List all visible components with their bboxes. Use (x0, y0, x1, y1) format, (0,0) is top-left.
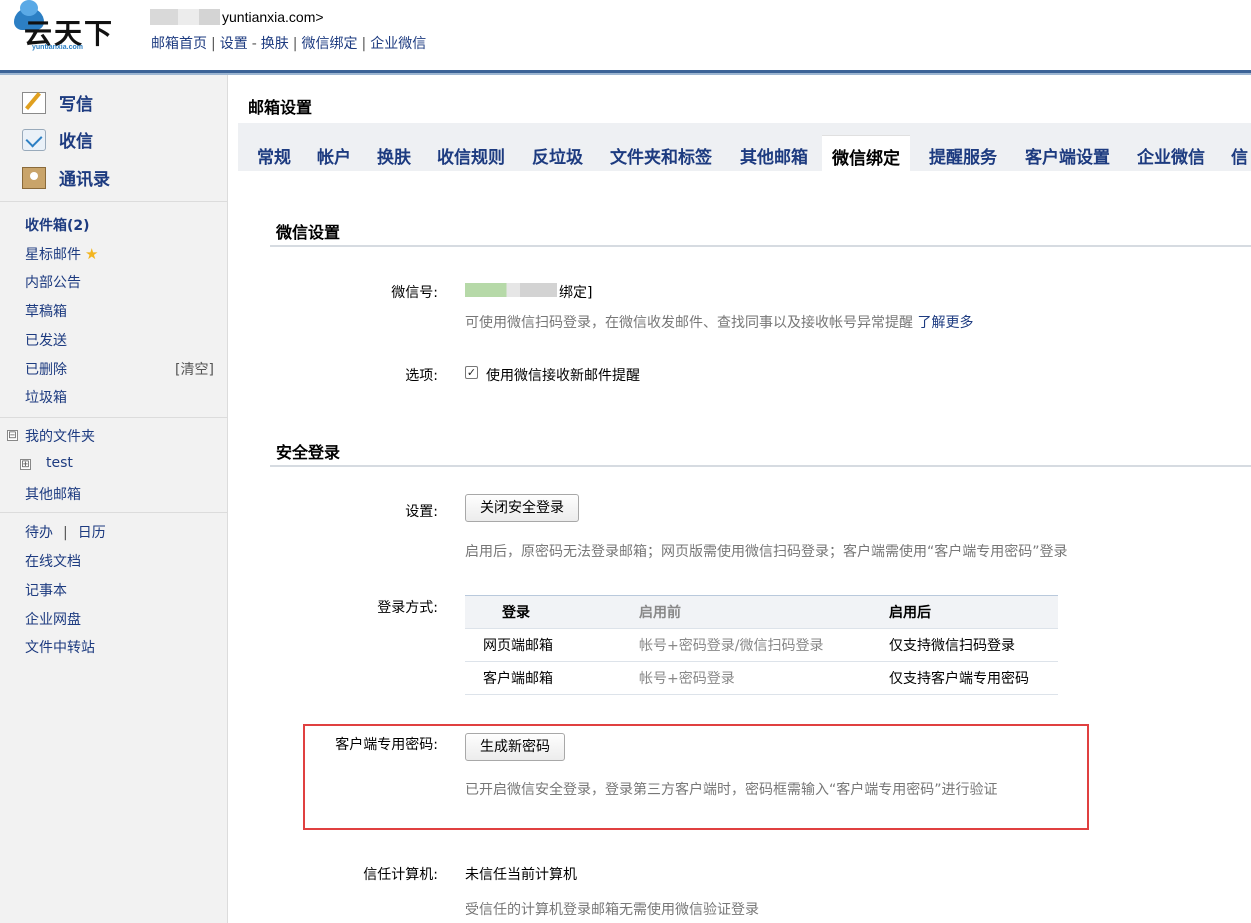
sidebar-item-todo[interactable]: 待办 (25, 525, 53, 541)
sidebar-item-calendar[interactable]: 日历 (78, 525, 106, 541)
client-password-label: 客户端专用密码: (335, 737, 438, 753)
tab-more[interactable]: 信 (1221, 135, 1248, 171)
receive-icon (22, 129, 46, 151)
wechat-notify-checkbox[interactable]: ✓ (465, 366, 478, 379)
tab-folders-labels[interactable]: 文件夹和标签 (600, 135, 722, 171)
top-header: 云天下 yuntianxia.com yuntianxia.com> 邮箱首页 |… (0, 0, 1251, 70)
tab-general[interactable]: 常规 (247, 135, 301, 171)
login-mode-label: 登录方式: (377, 600, 438, 616)
tab-reminder[interactable]: 提醒服务 (919, 135, 1007, 171)
sidebar-item-transfer[interactable]: 文件中转站 (25, 637, 95, 657)
sidebar-item-sent[interactable]: 已发送 (25, 330, 67, 350)
client-password-hint: 已开启微信安全登录，登录第三方客户端时，密码框需输入“客户端专用密码”进行验证 (465, 782, 998, 798)
compose-icon (22, 92, 46, 114)
user-email: yuntianxia.com> (222, 9, 324, 25)
table-header-row: 登录 启用前 启用后 (465, 595, 1058, 629)
sidebar-item-deleted[interactable]: 已删除 (25, 359, 67, 379)
sidebar-todo-calendar: 待办 | 日历 (25, 522, 106, 542)
nav-settings[interactable]: 设置 (220, 36, 248, 52)
trusted-computer-label: 信任计算机: (363, 867, 438, 883)
main-content: 邮箱设置 常规 帐户 换肤 收信规则 反垃圾 文件夹和标签 其他邮箱 微信绑定 … (228, 75, 1251, 923)
redacted-username (150, 9, 220, 25)
wechat-id-hint: 可使用微信扫码登录，在微信收发邮件、查找同事以及接收帐号异常提醒 了解更多 (465, 312, 973, 332)
todo-separator: | (63, 525, 68, 541)
logo-subtext: yuntianxia.com (32, 44, 83, 51)
clear-trash-link[interactable]: [清空] (175, 359, 214, 379)
table-cell: 网页端邮箱 (465, 628, 639, 662)
sidebar-divider (0, 201, 227, 202)
table-row: 客户端邮箱 帐号+密码登录 仅支持客户端专用密码 (465, 661, 1058, 695)
contacts-icon (22, 167, 46, 189)
sidebar-item-starred-label: 星标邮件 (25, 247, 81, 263)
tab-skin[interactable]: 换肤 (367, 135, 421, 171)
table-header: 启用前 (639, 595, 889, 629)
wechat-id-label: 微信号: (391, 285, 438, 301)
trusted-computer-value: 未信任当前计算机 (465, 867, 577, 883)
sidebar-divider (0, 512, 227, 513)
tab-wechat-bind[interactable]: 微信绑定 (822, 135, 910, 171)
sidebar-divider (0, 417, 227, 418)
sidebar-item-docs[interactable]: 在线文档 (25, 551, 81, 571)
sidebar-item-drafts[interactable]: 草稿箱 (25, 301, 67, 321)
nav-wechat-bind[interactable]: 微信绑定 (302, 36, 358, 52)
wechat-id-value[interactable]: 绑定] (559, 282, 592, 302)
tab-other-mailbox[interactable]: 其他邮箱 (730, 135, 818, 171)
sidebar-item-notes[interactable]: 记事本 (25, 580, 67, 600)
expand-icon[interactable]: ⊞ (20, 459, 31, 470)
wechat-id-hint-text: 可使用微信扫码登录，在微信收发邮件、查找同事以及接收帐号异常提醒 (465, 315, 913, 331)
nav-separator: - (251, 36, 257, 52)
nav-separator: | (211, 36, 216, 52)
top-nav: 邮箱首页 | 设置 - 换肤 | 微信绑定 | 企业微信 (151, 33, 426, 53)
trusted-computer-hint: 受信任的计算机登录邮箱无需使用微信验证登录 (465, 902, 759, 918)
page-title: 邮箱设置 (248, 98, 313, 117)
section-divider (270, 245, 1251, 247)
table-row: 网页端邮箱 帐号+密码登录/微信扫码登录 仅支持微信扫码登录 (465, 628, 1058, 662)
receive-label: 收信 (59, 132, 93, 152)
nav-skin[interactable]: 换肤 (261, 36, 289, 52)
star-icon: ★ (85, 245, 99, 263)
table-cell: 仅支持微信扫码登录 (889, 628, 1058, 662)
settings-tabs: 常规 帐户 换肤 收信规则 反垃圾 文件夹和标签 其他邮箱 微信绑定 提醒服务 … (238, 123, 1251, 171)
close-secure-login-button[interactable]: 关闭安全登录 (465, 494, 579, 522)
sidebar-item-inbox[interactable]: 收件箱(2) (25, 215, 90, 235)
generate-password-button[interactable]: 生成新密码 (465, 733, 565, 761)
sidebar-item-disk[interactable]: 企业网盘 (25, 609, 81, 629)
tab-enterprise-wechat[interactable]: 企业微信 (1127, 135, 1215, 171)
wechat-notify-text[interactable]: 使用微信接收新邮件提醒 (486, 365, 640, 385)
sidebar-item-test[interactable]: test (46, 455, 73, 471)
security-section-title: 安全登录 (276, 443, 341, 462)
redacted-wechat-id (465, 283, 557, 297)
nav-enterprise-wechat[interactable]: 企业微信 (370, 36, 426, 52)
login-mode-table: 登录 启用前 启用后 网页端邮箱 帐号+密码登录/微信扫码登录 仅支持微信扫码登… (465, 595, 1058, 695)
table-cell: 客户端邮箱 (465, 661, 639, 695)
sidebar: 写信 收信 通讯录 收件箱(2) 星标邮件 ★ 内部公告 草稿箱 已发送 已删除 … (0, 75, 228, 923)
sidebar-item-spam[interactable]: 垃圾箱 (25, 387, 67, 407)
wechat-section-title: 微信设置 (276, 223, 341, 242)
contacts-label: 通讯录 (59, 170, 110, 190)
compose-label: 写信 (59, 95, 93, 115)
security-setting-hint: 启用后，原密码无法登录邮箱；网页版需使用微信扫码登录；客户端需使用“客户端专用密… (465, 544, 1068, 560)
collapse-icon[interactable]: ⊟ (7, 430, 18, 441)
sidebar-item-notice[interactable]: 内部公告 (25, 272, 81, 292)
table-cell: 帐号+密码登录 (639, 661, 889, 695)
tab-client-settings[interactable]: 客户端设置 (1015, 135, 1120, 171)
sidebar-item-my-folders[interactable]: 我的文件夹 (25, 426, 95, 446)
option-label: 选项: (405, 368, 438, 384)
table-cell: 仅支持客户端专用密码 (889, 661, 1058, 695)
sidebar-item-other-mailbox[interactable]: 其他邮箱 (25, 484, 81, 504)
nav-separator: | (361, 36, 367, 52)
table-header: 登录 (465, 595, 639, 629)
section-divider (270, 465, 1251, 467)
nav-separator: | (292, 36, 298, 52)
sidebar-item-starred[interactable]: 星标邮件 ★ (25, 244, 98, 264)
table-header: 启用后 (889, 595, 1058, 629)
learn-more-link[interactable]: 了解更多 (917, 315, 973, 331)
nav-mail-home[interactable]: 邮箱首页 (151, 36, 207, 52)
table-cell: 帐号+密码登录/微信扫码登录 (639, 628, 889, 662)
logo[interactable]: 云天下 yuntianxia.com (10, 0, 134, 54)
tab-rules[interactable]: 收信规则 (427, 135, 515, 171)
tab-account[interactable]: 帐户 (307, 135, 361, 171)
tab-antispam[interactable]: 反垃圾 (522, 135, 593, 171)
security-setting-label: 设置: (405, 504, 438, 520)
